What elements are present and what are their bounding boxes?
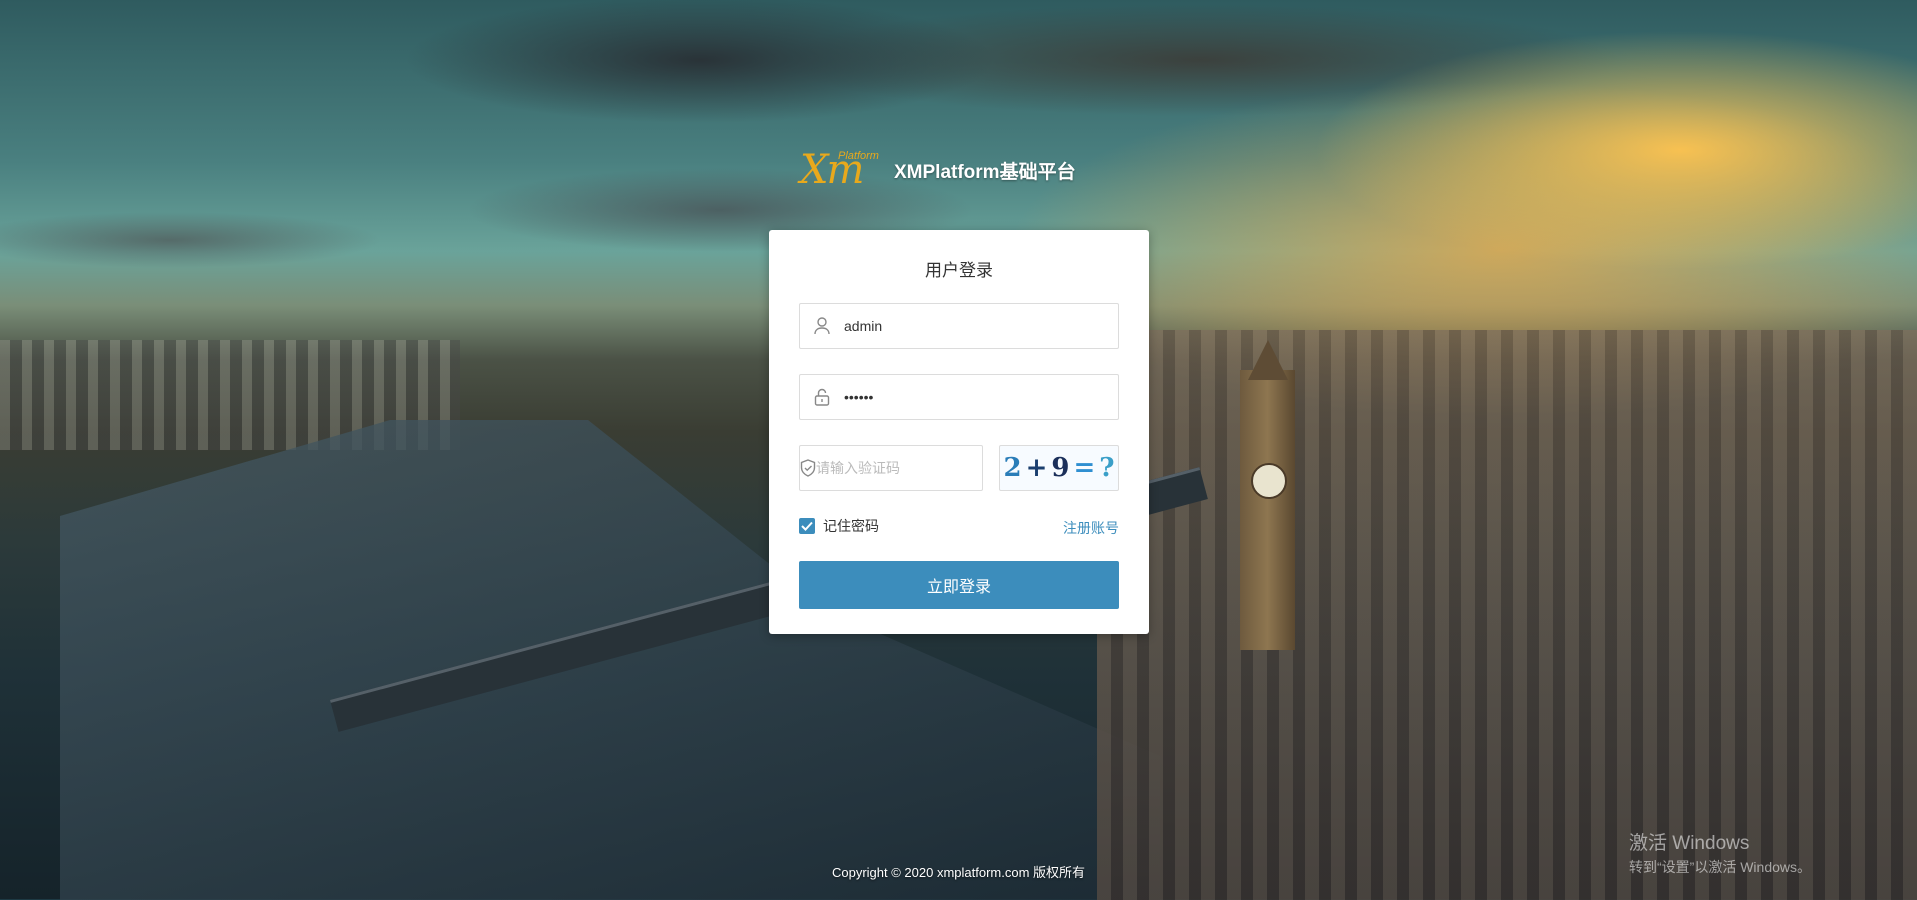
password-field[interactable]	[799, 374, 1119, 420]
login-button[interactable]: 立即登录	[799, 561, 1119, 609]
background-clock-face	[1251, 463, 1287, 499]
username-input[interactable]	[844, 318, 1118, 334]
background-clock-tower	[1240, 370, 1295, 650]
login-title: 用户登录	[925, 261, 993, 280]
watermark-line2: 转到“设置”以激活 Windows。	[1629, 859, 1812, 875]
background-city-right	[1097, 330, 1917, 900]
checkmark-icon	[801, 521, 813, 531]
shield-check-icon	[800, 459, 816, 477]
brand-logo-sub: Platform	[838, 150, 879, 162]
username-field[interactable]	[799, 303, 1119, 349]
captcha-char: +	[1025, 453, 1048, 483]
captcha-field[interactable]	[799, 445, 997, 491]
captcha-image[interactable]: 2 + 9 = ?	[999, 445, 1119, 491]
captcha-char: ?	[1099, 453, 1115, 483]
watermark-line1: 激活 Windows	[1629, 833, 1750, 854]
windows-activation-watermark: 激活 Windows 转到“设置”以激活 Windows。	[1629, 828, 1811, 877]
lock-icon	[800, 388, 844, 406]
brand-header: Xm Platform XMPlatform基础平台	[800, 148, 1076, 192]
captcha-char: 2	[1003, 453, 1022, 483]
remember-label: 记住密码	[823, 518, 879, 534]
background-tower-spire	[1248, 340, 1288, 380]
remember-password[interactable]: 记住密码	[799, 516, 879, 536]
brand-title: XMPlatform基础平台	[894, 161, 1076, 183]
remember-checkbox[interactable]	[799, 518, 815, 534]
captcha-char: 9	[1051, 453, 1070, 483]
login-card: 用户登录 2 + 9 = ? 记住密码 注册账号 立即登录	[769, 230, 1149, 634]
captcha-input[interactable]	[816, 460, 997, 476]
password-input[interactable]	[844, 389, 1118, 405]
user-icon	[800, 317, 844, 335]
brand-logo: Xm Platform	[800, 148, 884, 192]
register-link[interactable]: 注册账号	[1063, 518, 1119, 538]
captcha-char: =	[1073, 453, 1096, 483]
